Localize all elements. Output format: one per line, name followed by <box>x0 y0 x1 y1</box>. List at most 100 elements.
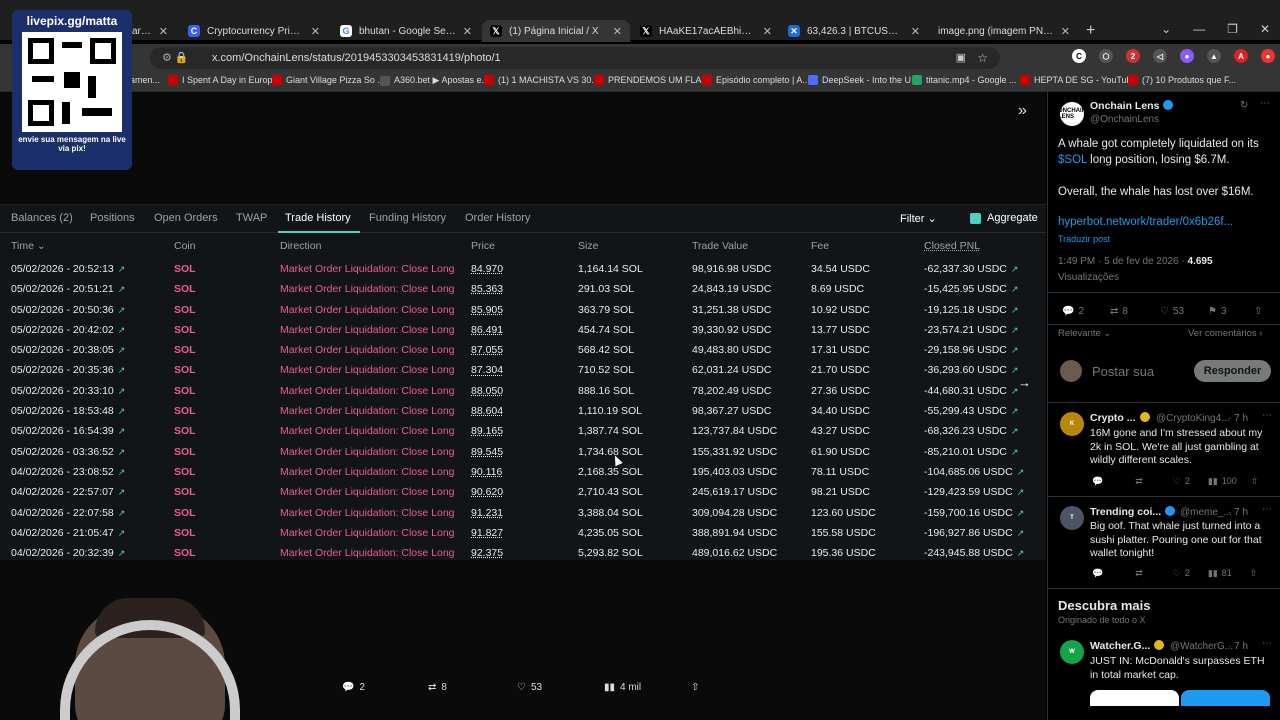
external-link-icon[interactable]: ↗ <box>1011 406 1019 416</box>
close-icon[interactable]: ✕ <box>763 25 772 38</box>
repost-icon[interactable]: ⇄ <box>1135 568 1143 579</box>
tab-balances[interactable]: Balances (2) <box>11 212 73 224</box>
cell-time[interactable]: 04/02/2026 - 22:07:58 ↗ <box>11 507 125 519</box>
external-link-icon[interactable]: ↗ <box>118 487 126 497</box>
external-link-icon[interactable]: ↗ <box>1017 548 1025 558</box>
cell-closed-pnl[interactable]: -62,337.30 USDC ↗ <box>924 263 1018 275</box>
like-action[interactable]: ♡ 53 <box>517 682 542 693</box>
more-options-icon[interactable]: ⋯ <box>1262 638 1272 649</box>
tab-trade-history[interactable]: Trade History <box>285 212 351 224</box>
external-link-icon[interactable]: ↗ <box>1017 508 1025 518</box>
external-link-icon[interactable]: ↗ <box>1011 345 1019 355</box>
profile-icon[interactable]: ● <box>1261 49 1275 63</box>
external-link-icon[interactable]: ↗ <box>1011 447 1019 457</box>
aggregate-toggle[interactable]: Aggregate <box>970 212 1038 224</box>
external-link-icon[interactable]: ↗ <box>118 386 126 396</box>
more-options-icon[interactable]: ⋯ <box>1262 504 1272 515</box>
external-link-icon[interactable]: ↗ <box>1011 426 1019 436</box>
see-replies-link[interactable]: Ver comentários › <box>1188 328 1262 339</box>
views-action[interactable]: ▮▮ 4 mil <box>604 682 641 693</box>
close-icon[interactable]: ✕ <box>159 25 168 38</box>
cell-closed-pnl[interactable]: -55,299.43 USDC ↗ <box>924 405 1018 417</box>
author-avatar[interactable]: ONCHAIN LENS <box>1058 102 1086 126</box>
site-info-icon[interactable]: ⚙ 🔒 <box>162 47 189 69</box>
share-icon[interactable]: ⇧ <box>1251 476 1259 487</box>
author-name[interactable]: Onchain Lens <box>1090 100 1174 112</box>
external-link-icon[interactable]: ↗ <box>118 447 126 457</box>
reply-icon[interactable]: 💬 <box>1092 568 1103 579</box>
cell-time[interactable]: 04/02/2026 - 23:08:52 ↗ <box>11 466 125 478</box>
cell-closed-pnl[interactable]: -15,425.95 USDC ↗ <box>924 283 1018 295</box>
bookmark-item[interactable]: titanic.mp4 - Google ... <box>912 75 1017 85</box>
external-link-icon[interactable]: ↗ <box>1011 284 1019 294</box>
audio-icon[interactable]: ◁ <box>1153 49 1167 63</box>
external-link-icon[interactable]: ↗ <box>1017 528 1025 538</box>
like-action[interactable]: ♡ 53 <box>1160 306 1184 317</box>
cell-time[interactable]: 05/02/2026 - 18:53:48 ↗ <box>11 405 125 417</box>
external-link-icon[interactable]: ↗ <box>1011 264 1019 274</box>
external-link-icon[interactable]: ↗ <box>118 325 126 335</box>
cell-time[interactable]: 05/02/2026 - 16:54:39 ↗ <box>11 425 125 437</box>
cell-time[interactable]: 05/02/2026 - 20:50:36 ↗ <box>11 304 125 316</box>
bookmark-item[interactable]: Giant Village Pizza So ... <box>272 75 385 85</box>
tab-6[interactable]: ✕ 63,426.3 | BTCUSDT Perpétuos ✕ <box>780 21 928 41</box>
reply-button[interactable]: Responder <box>1194 360 1271 382</box>
bookmark-item[interactable]: A360.bet ▶ Apostas e... <box>380 75 489 86</box>
bookmark-item[interactable]: HEPTA DE SG - YouTube <box>1020 75 1137 85</box>
close-icon[interactable]: ✕ <box>1061 25 1070 38</box>
cashtag-link[interactable]: $SOL <box>1058 154 1087 166</box>
comment-avatar[interactable]: K <box>1060 412 1084 436</box>
discover-avatar[interactable]: W <box>1060 640 1084 664</box>
external-link-icon[interactable]: ↗ <box>118 305 126 315</box>
cell-closed-pnl[interactable]: -29,158.96 USDC ↗ <box>924 344 1018 356</box>
adblock-icon[interactable]: A <box>1234 49 1248 63</box>
bookmark-action[interactable]: ⚑ 3 <box>1208 306 1227 317</box>
share-icon[interactable]: ⇧ <box>1250 568 1258 579</box>
cell-closed-pnl[interactable]: -85,210.01 USDC ↗ <box>924 446 1018 458</box>
cell-time[interactable]: 05/02/2026 - 20:51:21 ↗ <box>11 283 125 295</box>
tab-positions[interactable]: Positions <box>90 212 135 224</box>
external-link-icon[interactable]: ↗ <box>1011 325 1019 335</box>
extension-icon[interactable]: C <box>1072 49 1086 63</box>
cell-time[interactable]: 04/02/2026 - 22:57:07 ↗ <box>11 486 125 498</box>
discover-handle[interactable]: @WatcherG... <box>1170 641 1233 652</box>
close-icon[interactable]: ✕ <box>311 25 320 38</box>
tab-5[interactable]: 𝕏 HAaKE17acAEBhiA (imagem JP ✕ <box>632 21 780 41</box>
puzzle-icon[interactable]: ⬡ <box>1099 49 1113 63</box>
reply-icon[interactable]: 💬 <box>1092 476 1103 487</box>
reply-action[interactable]: 💬 2 <box>1062 306 1084 317</box>
external-link-icon[interactable]: ↗ <box>1017 487 1025 497</box>
heart-icon[interactable]: ♡ <box>1173 476 1181 487</box>
close-icon[interactable]: ✕ <box>613 25 622 38</box>
install-app-icon[interactable]: ▣ <box>956 47 966 69</box>
external-link-icon[interactable]: ↗ <box>118 508 126 518</box>
comment-avatar[interactable]: T <box>1060 506 1084 530</box>
repost-action[interactable]: ⇄ 8 <box>1110 306 1128 317</box>
external-link-icon[interactable]: ↗ <box>118 284 126 294</box>
extension-icon[interactable]: ▲ <box>1207 49 1221 63</box>
filter-dropdown[interactable]: Filter ⌄ <box>900 212 937 225</box>
external-link-icon[interactable]: ↗ <box>118 548 126 558</box>
discover-author[interactable]: Watcher.G... <box>1090 640 1165 652</box>
heart-icon[interactable]: ♡ <box>1173 568 1181 579</box>
bookmark-item[interactable]: Episódio completo | A... <box>702 75 810 85</box>
external-link-icon[interactable]: ↗ <box>118 345 126 355</box>
external-link-icon[interactable]: ↗ <box>118 264 126 274</box>
external-link-icon[interactable]: ↗ <box>118 467 126 477</box>
comment-author[interactable]: Crypto ... <box>1090 412 1150 424</box>
reply-action[interactable]: 💬 2 <box>342 682 365 693</box>
signup-button[interactable] <box>1181 690 1270 706</box>
repost-icon[interactable]: ⇄ <box>1135 476 1143 487</box>
share-action[interactable]: ⇧ <box>1254 306 1262 317</box>
bookmark-item[interactable]: amen... <box>130 75 160 85</box>
more-options-icon[interactable]: ⋯ <box>1260 98 1270 109</box>
tab-2[interactable]: C Cryptocurrency Prices, Charts A ✕ <box>180 21 328 41</box>
column-time[interactable]: Time ⌄ <box>11 240 46 252</box>
grok-icon[interactable]: ↻ <box>1240 100 1248 111</box>
cell-time[interactable]: 05/02/2026 - 20:52:13 ↗ <box>11 263 125 275</box>
cell-time[interactable]: 05/02/2026 - 20:38:05 ↗ <box>11 344 125 356</box>
bookmark-item[interactable]: (7) 10 Produtos que F... <box>1128 75 1236 85</box>
bookmark-item[interactable]: PRENDEMOS UM FLA... <box>594 75 709 85</box>
cell-time[interactable]: 05/02/2026 - 20:33:10 ↗ <box>11 385 125 397</box>
external-link-icon[interactable]: ↗ <box>118 365 126 375</box>
